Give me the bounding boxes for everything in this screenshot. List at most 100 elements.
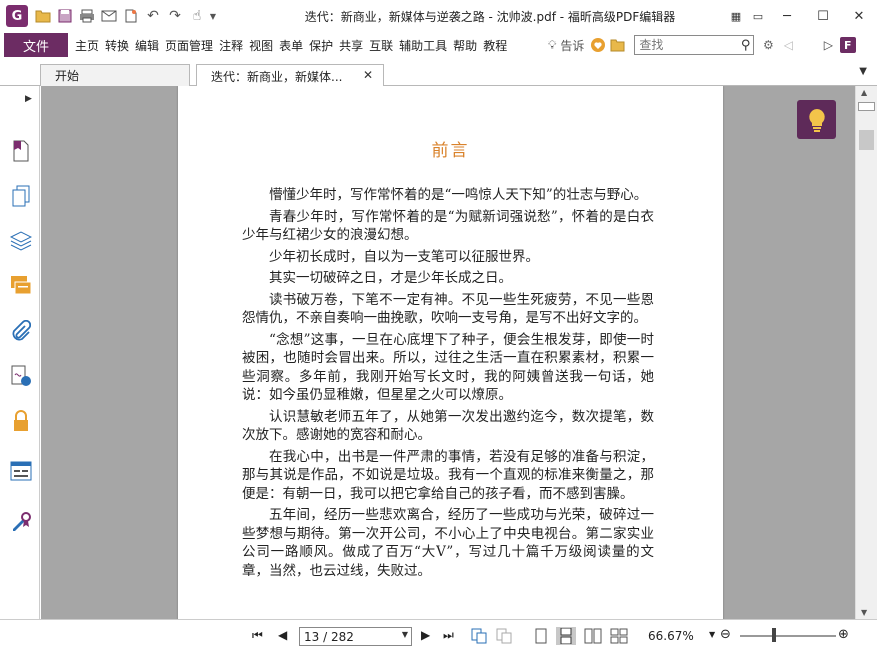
paragraph: 其实一切破碎之日，才是少年长成之日。 [269, 270, 512, 286]
tab-list-dropdown-icon[interactable]: ▼ [859, 66, 867, 77]
paragraph: 认识慧敏老师五年了，从她第一次发出邀约迄今，数次提笔，数次放下。感谢她的宽容和耐… [242, 408, 654, 444]
facing-view-icon[interactable] [583, 627, 603, 645]
pages-thumbnail-icon[interactable] [8, 183, 34, 209]
paragraph: 少年初长成时，自以为一支笔可以征服世界。 [269, 248, 539, 265]
nav-back-icon[interactable]: ◁ [778, 35, 798, 55]
window-title: 迭代：新商业，新媒体与逆袭之路 - 沈帅波.pdf - 福昕高级PDF编辑器 [304, 10, 676, 24]
find-folder-icon[interactable] [608, 35, 628, 55]
comments-icon[interactable] [8, 273, 34, 299]
undo-icon[interactable]: ↶ [142, 5, 164, 27]
page-number-field[interactable]: 13 / 282 ▼ [299, 627, 412, 646]
layout-icon[interactable]: ▦ [725, 0, 747, 32]
scroll-down-icon[interactable]: ▼ [861, 608, 867, 617]
paragraph: 五年间，经历一些悲欢离合，经历了一些成功与光荣，破碎过一些梦想与期待。第一次开公… [242, 507, 654, 579]
open-folder-icon[interactable] [32, 5, 54, 27]
certificate-tool-icon[interactable] [8, 508, 34, 534]
menu-form[interactable]: 表单 [276, 33, 306, 57]
ribbon-toggle-icon[interactable]: ▭ [747, 0, 769, 32]
menu-protect[interactable]: 保护 [306, 33, 336, 57]
feedback-icon[interactable] [588, 35, 608, 55]
next-view-icon[interactable] [494, 627, 514, 645]
menu-edit[interactable]: 编辑 [132, 33, 162, 57]
last-page-icon[interactable]: ⏭ [443, 628, 454, 643]
svg-text:F: F [844, 39, 852, 52]
continuous-view-icon[interactable] [556, 627, 576, 645]
zoom-dropdown-icon[interactable]: ▼ [709, 630, 715, 639]
tell-me[interactable]: 💡︎ 告诉 [548, 37, 584, 54]
file-menu[interactable]: 文件 [4, 33, 68, 57]
security-lock-icon[interactable] [8, 408, 34, 434]
paragraph: 在我心中，出书是一件严肃的事情，若没有足够的准备与积淀，那与其说是作品，不如说是… [242, 448, 654, 502]
lightbulb-icon: 💡︎ [548, 37, 557, 52]
zoom-out-icon[interactable]: ⊖ [720, 627, 731, 642]
maximize-button[interactable]: ☐ [805, 0, 841, 32]
app-logo-icon[interactable]: G [6, 5, 28, 27]
menu-home[interactable]: 主页 [72, 33, 102, 57]
status-bar: ⏮ ◀ 13 / 282 ▼ ▶ ⏭ 66.67% ▼ ⊖ ⊕ [0, 619, 877, 651]
nav-forward-icon[interactable]: ▷ [818, 35, 838, 55]
menu-accessibility[interactable]: 辅助工具 [396, 33, 450, 57]
close-tab-icon[interactable]: ✕ [363, 68, 373, 82]
tab-start[interactable]: 开始 [40, 64, 190, 86]
menu-organize[interactable]: 页面管理 [162, 33, 216, 57]
close-window-button[interactable]: ✕ [841, 0, 877, 32]
pdf-page[interactable]: 前言 懵懂少年时，写作常怀着的是“一鸣惊人天下知”的壮志与野心。 青春少年时，写… [178, 86, 723, 619]
first-page-icon[interactable]: ⏮ [252, 628, 263, 643]
menu-share[interactable]: 共享 [336, 33, 366, 57]
zoom-slider-thumb[interactable] [771, 628, 776, 642]
settings-gear-icon[interactable]: ⚙ [758, 35, 778, 55]
previous-view-icon[interactable] [469, 627, 489, 645]
menu-tutorial[interactable]: 教程 [480, 33, 510, 57]
tab-bar: 开始 迭代：新商业，新媒体... ✕ ▼ [0, 58, 877, 87]
foxit-account-icon[interactable]: F [838, 35, 858, 55]
print-icon[interactable] [76, 5, 98, 27]
menu-comment[interactable]: 注释 [216, 33, 246, 57]
paragraph: 读书破万卷，下笔不一定有神。不见一些生死疲劳，不见一些恩怨情仇，不亲自奏响一曲挽… [242, 291, 654, 327]
layers-icon[interactable] [8, 228, 34, 254]
tab-start-label: 开始 [55, 69, 80, 83]
menu-convert[interactable]: 转换 [102, 33, 132, 57]
lightbulb-icon [808, 108, 825, 132]
save-icon[interactable] [54, 5, 76, 27]
menu-view[interactable]: 视图 [246, 33, 276, 57]
scroll-up-icon[interactable]: ▲ [861, 88, 867, 97]
email-icon[interactable] [98, 5, 120, 27]
signature-icon[interactable] [8, 363, 34, 389]
page-icon[interactable] [8, 138, 34, 164]
paragraph: “念想”这事，一旦在心底埋下了种子，便会生根发芽，即使一时被困，也随时会冒出来。… [242, 331, 654, 404]
search-icon[interactable]: ⚲ [741, 38, 751, 53]
zoom-slider[interactable] [740, 635, 836, 637]
split-view-handle[interactable] [858, 102, 875, 111]
next-page-icon[interactable]: ▶ [421, 628, 430, 642]
quick-access-dropdown-icon[interactable]: ▼ [208, 5, 218, 27]
scrollbar-thumb[interactable] [859, 130, 874, 150]
single-page-view-icon[interactable] [531, 627, 551, 645]
attachment-icon[interactable] [8, 318, 34, 344]
menu-bar: 文件 主页 转换 编辑 页面管理 注释 视图 表单 保护 共享 互联 辅助工具 … [0, 32, 877, 58]
search-input[interactable] [639, 38, 730, 52]
menu-connect[interactable]: 互联 [366, 33, 396, 57]
new-document-icon[interactable] [120, 5, 142, 27]
document-viewport[interactable]: 前言 懵懂少年时，写作常怀着的是“一鸣惊人天下知”的壮志与野心。 青春少年时，写… [41, 86, 855, 619]
tab-document-label: 迭代：新商业，新媒体... [211, 69, 343, 84]
form-fields-icon[interactable] [8, 458, 34, 484]
hand-tool-icon[interactable]: ☝ [186, 5, 208, 27]
paragraph: 懵懂少年时，写作常怀着的是“一鸣惊人天下知”的壮志与野心。 [269, 187, 648, 203]
search-box[interactable]: ⚲ [634, 35, 755, 55]
title-bar: G ↶ ↷ ☝ ▼ 迭代：新商业，新媒体与逆袭之路 - 沈帅波.pdf - 福昕… [0, 0, 877, 32]
zoom-level[interactable]: 66.67% [648, 629, 694, 643]
previous-page-icon[interactable]: ◀ [278, 628, 287, 642]
page-number-value: 13 / 282 [304, 629, 354, 644]
tell-me-label: 告诉 [560, 38, 585, 53]
tips-lightbulb-button[interactable] [797, 100, 836, 139]
expand-panel-icon[interactable]: ▶ [25, 94, 32, 104]
continuous-facing-view-icon[interactable] [609, 627, 629, 645]
page-dropdown-icon[interactable]: ▼ [402, 630, 408, 639]
page-heading: 前言 [431, 141, 470, 161]
redo-icon[interactable]: ↷ [164, 5, 186, 27]
tab-document[interactable]: 迭代：新商业，新媒体... ✕ [196, 64, 384, 87]
minimize-button[interactable]: ─ [769, 0, 805, 32]
vertical-scrollbar[interactable]: ▲ ▼ [855, 86, 877, 619]
zoom-in-icon[interactable]: ⊕ [838, 627, 849, 642]
menu-help[interactable]: 帮助 [450, 33, 480, 57]
